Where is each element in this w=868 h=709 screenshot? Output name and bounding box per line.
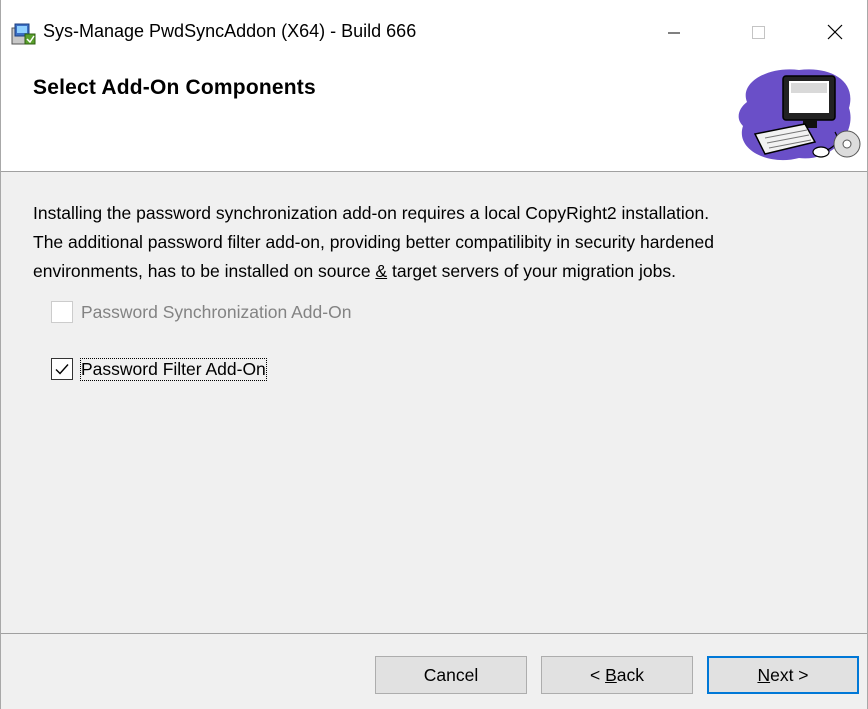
minimize-button[interactable] (651, 14, 697, 50)
password-filter-checkbox[interactable] (51, 358, 73, 380)
next-button-rest: ext > (770, 664, 809, 685)
password-sync-label: Password Synchronization Add-On (81, 301, 352, 322)
page-title: Select Add-On Components (33, 76, 316, 99)
installer-window: Sys-Manage PwdSyncAddon (X64) - Build 66… (0, 0, 868, 709)
header-banner: Select Add-On Components (1, 62, 867, 172)
checkmark-icon (55, 364, 69, 375)
close-button[interactable] (811, 14, 857, 50)
password-filter-label[interactable]: Password Filter Add-On (80, 357, 267, 381)
close-icon (827, 24, 843, 40)
option-password-sync: Password Synchronization Add-On (51, 301, 351, 323)
password-sync-checkbox (51, 301, 73, 323)
back-button-rest: ack (616, 664, 644, 685)
cancel-button[interactable]: Cancel (375, 656, 527, 694)
title-bar[interactable]: Sys-Manage PwdSyncAddon (X64) - Build 66… (1, 0, 867, 62)
minimize-icon (668, 32, 680, 34)
back-button-prefix: < (589, 664, 606, 685)
next-button-mnemonic: N (757, 664, 771, 685)
content-area: Installing the password synchronization … (1, 173, 867, 633)
window-title: Sys-Manage PwdSyncAddon (X64) - Build 66… (43, 21, 417, 41)
maximize-button (735, 14, 781, 50)
back-button[interactable]: < Back (541, 656, 693, 694)
option-password-filter[interactable]: Password Filter Add-On (51, 357, 267, 381)
computer-clipart-icon (729, 62, 863, 170)
description-text: Installing the password synchronization … (33, 199, 863, 286)
description-line-3-end: target servers of your migration jobs. (387, 261, 676, 281)
description-line-2: The additional password filter add-on, p… (33, 232, 714, 252)
button-bar: Cancel < Back Next > (1, 633, 867, 709)
back-button-mnemonic: B (605, 664, 617, 685)
maximize-icon (752, 26, 765, 39)
description-line-3: environments, has to be installed on sou… (33, 257, 863, 286)
installer-app-icon (11, 20, 37, 46)
description-line-1: Installing the password synchronization … (33, 203, 710, 223)
description-line-3-start: environments, has to be installed on sou… (33, 261, 376, 281)
description-line-3-ampersand: & (375, 261, 388, 281)
next-button[interactable]: Next > (707, 656, 859, 694)
